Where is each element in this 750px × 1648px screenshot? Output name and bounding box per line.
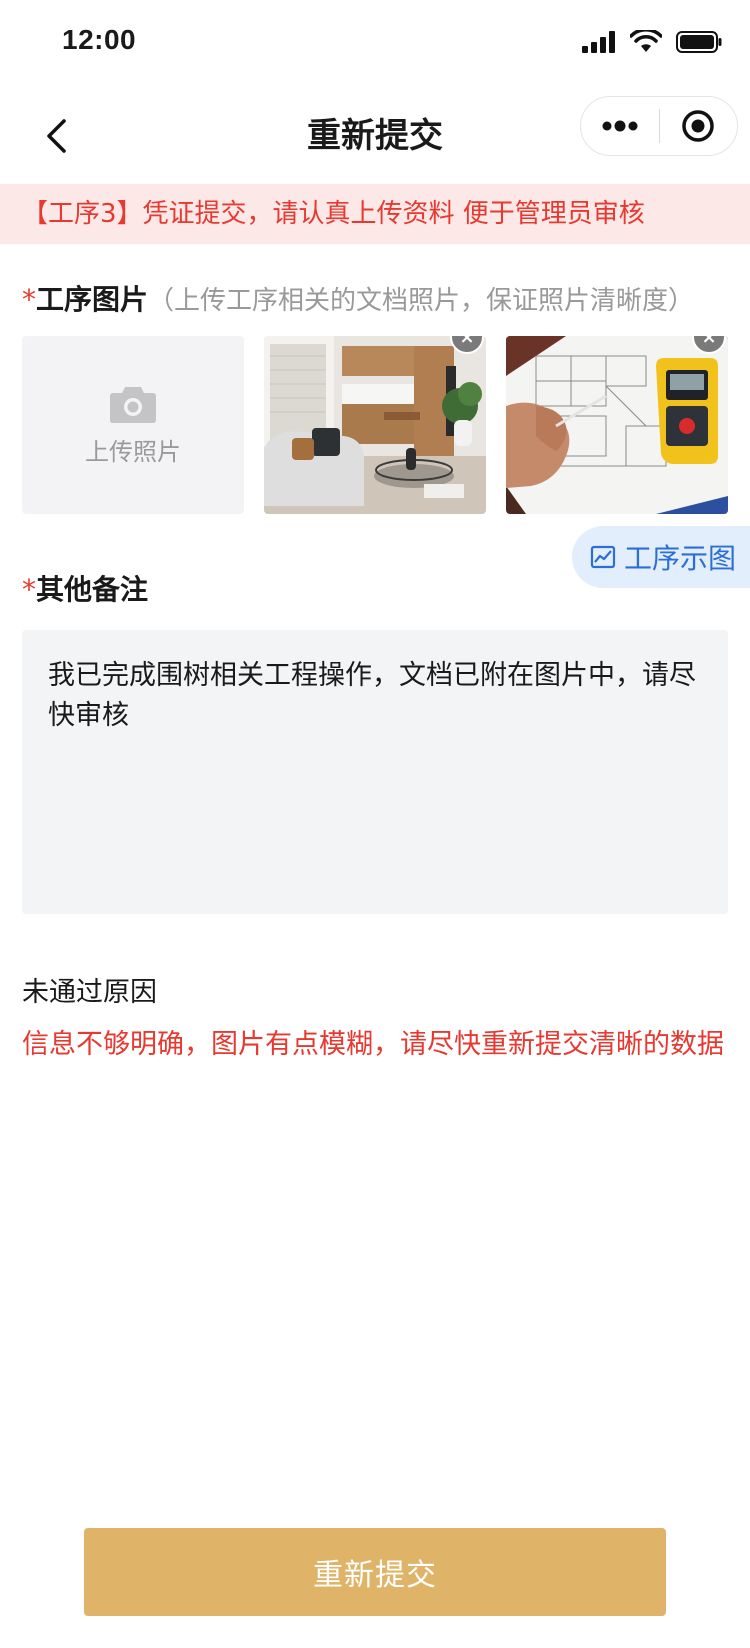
photo-grid: 上传照片 × × — [22, 336, 742, 516]
nav-bar: 重新提交 — [0, 88, 750, 184]
signal-icon — [582, 31, 615, 53]
upload-photo-button[interactable]: 上传照片 — [22, 336, 244, 514]
example-diagram-button[interactable]: 工序示图 — [572, 526, 750, 588]
upload-photo-label: 上传照片 — [85, 437, 181, 466]
wifi-icon — [630, 30, 662, 52]
example-diagram-label: 工序示图 — [624, 542, 737, 575]
notes-label: 其他备注 — [36, 573, 149, 606]
notice-banner: 【工序3】凭证提交，请认真上传资料 便于管理员审核 — [0, 184, 750, 244]
notes-textarea[interactable]: 我已完成围树相关工程操作，文档已附在图片中，请尽快审核 — [22, 630, 728, 914]
photo-thumbnail-blueprint[interactable]: × — [506, 336, 728, 514]
camera-icon — [110, 386, 156, 423]
mini-program-capsule — [580, 96, 738, 156]
blueprint-image — [506, 336, 728, 514]
status-bar: 12:00 — [0, 0, 750, 88]
target-icon — [682, 110, 714, 142]
close-mini-program-button[interactable] — [660, 97, 738, 155]
reject-reason-text: 信息不够明确，图片有点模糊，请尽快重新提交清晰的数据 — [22, 1029, 724, 1060]
photo-thumbnail-living-room[interactable]: × — [264, 336, 486, 514]
more-button[interactable] — [581, 97, 659, 155]
battery-icon — [676, 31, 722, 53]
more-dots-icon — [602, 120, 638, 132]
resubmit-button[interactable]: 重新提交 — [84, 1528, 666, 1616]
photos-hint: （上传工序相关的文档照片，保证照片清晰度） — [148, 286, 695, 316]
reject-reason-title: 未通过原因 — [22, 977, 157, 1008]
status-time: 12:00 — [62, 24, 137, 55]
chart-image-icon — [590, 545, 616, 569]
living-room-image — [264, 336, 486, 514]
notes-section-label: *其他备注 — [22, 568, 148, 608]
photos-section-label: *工序图片（上传工序相关的文档照片，保证照片清晰度） — [22, 278, 694, 318]
photos-label: 工序图片 — [36, 283, 149, 316]
status-icons — [582, 30, 722, 54]
required-mark: * — [22, 573, 36, 606]
required-mark: * — [22, 283, 36, 316]
